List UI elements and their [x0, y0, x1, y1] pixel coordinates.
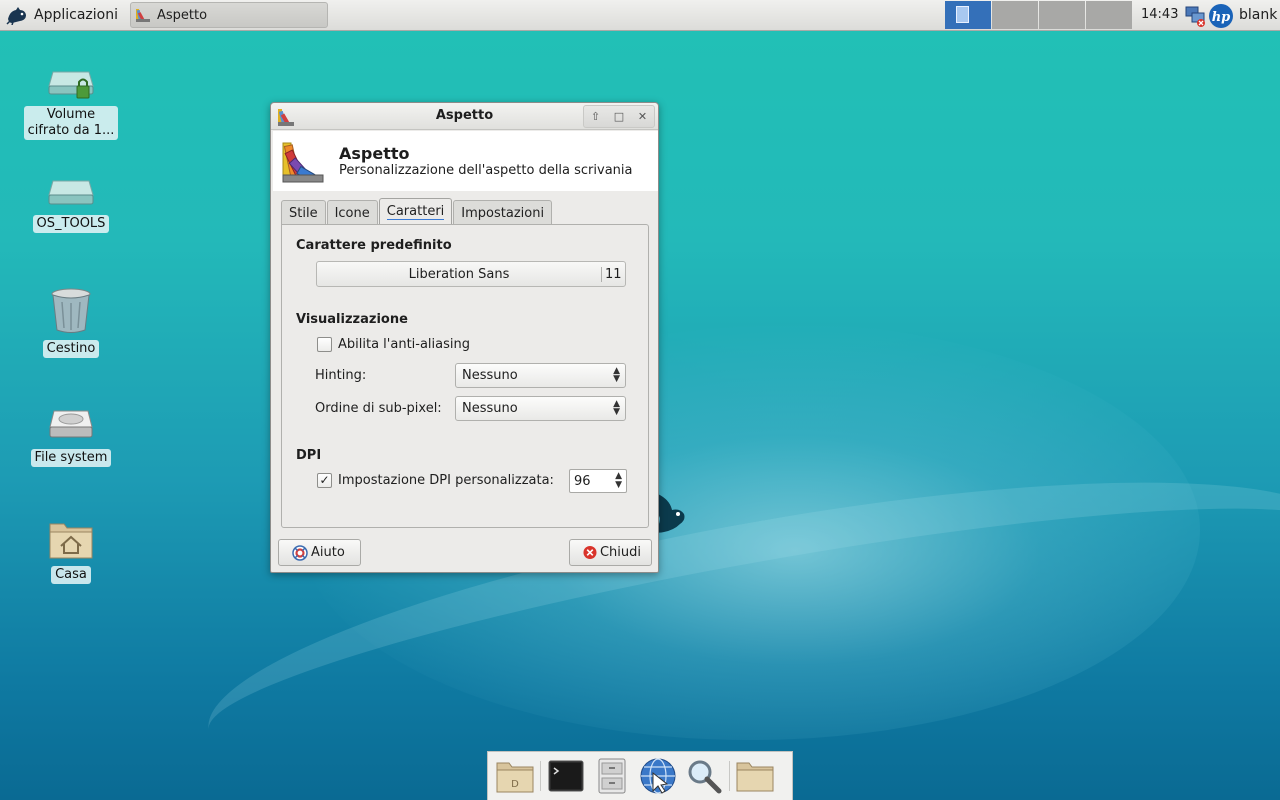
tab-icone[interactable]: Icone	[326, 200, 378, 225]
spin-arrows-icon[interactable]: ▲ ▼	[615, 472, 622, 490]
encrypted-drive-icon	[48, 71, 94, 99]
dock-file-manager[interactable]	[589, 753, 635, 799]
subpixel-value: Nessuno	[462, 401, 518, 416]
tab-bar: Stile Icone Caratteri Impostazioni	[281, 198, 553, 225]
maximize-icon[interactable]: □	[614, 110, 624, 123]
desktop-icon-os-tools[interactable]: OS_TOOLS	[21, 177, 121, 233]
hard-drive-icon	[49, 410, 93, 438]
drive-icon	[48, 180, 94, 205]
clock[interactable]: 14:43	[1141, 7, 1178, 22]
workspace-1[interactable]	[945, 1, 991, 29]
dock-web-browser[interactable]	[635, 753, 681, 799]
header-subtitle: Personalizzazione dell'aspetto della scr…	[339, 163, 633, 178]
help-button-label: Aiuto	[311, 545, 345, 560]
file-manager-icon	[598, 758, 626, 794]
dpi-spinbox[interactable]: 96 ▲ ▼	[569, 469, 627, 493]
applications-menu[interactable]: Applicazioni	[0, 0, 126, 31]
font-size: 11	[605, 267, 622, 282]
mouse-logo-icon	[6, 7, 26, 25]
desktop-icon-label: File system	[30, 449, 112, 467]
select-arrows-icon: ▲ ▼	[613, 399, 620, 417]
desktop-icon-label: Cestino	[42, 340, 100, 358]
dock-search[interactable]	[681, 753, 727, 799]
dock-separator	[540, 761, 541, 791]
trash-icon	[51, 288, 91, 333]
rendering-heading: Visualizzazione	[296, 312, 408, 327]
search-icon	[688, 760, 722, 794]
font-name: Liberation Sans	[408, 267, 510, 282]
help-button[interactable]: Aiuto	[278, 539, 361, 566]
desktop-icon-file-system[interactable]: File system	[21, 407, 121, 467]
taskbar-window-aspetto[interactable]: Aspetto	[129, 2, 328, 28]
header-title: Aspetto	[339, 144, 410, 163]
web-browser-icon	[640, 758, 676, 794]
hinting-select[interactable]: Nessuno ▲ ▼	[455, 363, 626, 388]
select-arrows-icon: ▲ ▼	[613, 366, 620, 384]
dpi-label[interactable]: Impostazione DPI personalizzata:	[338, 473, 554, 488]
dock-home-folder[interactable]: D	[492, 753, 538, 799]
workspace-switcher	[945, 1, 1133, 29]
home-folder-icon: D	[496, 762, 534, 793]
close-button-label: Chiudi	[599, 545, 641, 560]
dock: D	[487, 751, 793, 800]
subpixel-select[interactable]: Nessuno ▲ ▼	[455, 396, 626, 421]
workspace-2[interactable]	[992, 1, 1038, 29]
dock-separator	[729, 761, 730, 791]
dock-terminal[interactable]	[543, 753, 589, 799]
close-button[interactable]: Chiudi	[569, 539, 652, 566]
hinting-label: Hinting:	[315, 368, 367, 383]
antialias-checkbox[interactable]	[317, 337, 332, 352]
tab-caratteri[interactable]: Caratteri	[378, 198, 453, 225]
svg-text:hp: hp	[1212, 10, 1231, 25]
network-disconnected-icon[interactable]	[1184, 4, 1208, 28]
dock-folder[interactable]	[732, 753, 778, 799]
desktop-icon-encrypted-volume[interactable]: Volume cifrato da 1...	[21, 62, 121, 140]
system-tray: hp	[1184, 3, 1234, 29]
top-panel: Applicazioni Aspetto 14:43 hp blank	[0, 0, 1280, 31]
dpi-heading: DPI	[296, 448, 322, 463]
color-palette-icon	[282, 142, 324, 183]
applications-label: Applicazioni	[34, 7, 118, 23]
close-circle-icon	[583, 545, 597, 560]
desktop-icon-label: Casa	[51, 566, 91, 584]
tab-stile[interactable]: Stile	[281, 200, 326, 225]
desktop-icon-label: OS_TOOLS	[32, 215, 110, 233]
font-button-separator	[601, 267, 602, 282]
desktop-icon-home[interactable]: Casa	[21, 518, 121, 584]
subpixel-label: Ordine di sub-pixel:	[315, 401, 442, 416]
taskbar-window-label: Aspetto	[156, 7, 208, 23]
appearance-dialog: Aspetto ⇧ □ ✕ Aspetto Personalizzazione …	[270, 102, 659, 573]
workspace-4[interactable]	[1086, 1, 1132, 29]
home-folder-icon	[49, 523, 93, 559]
hp-icon[interactable]: hp	[1208, 3, 1234, 29]
desktop-icon-trash[interactable]: Cestino	[21, 288, 121, 358]
workspace-3[interactable]	[1039, 1, 1085, 29]
dpi-value: 96	[574, 474, 591, 489]
user-name[interactable]: blank	[1239, 7, 1277, 23]
desktop-icon-label: Volume cifrato da 1...	[23, 106, 119, 140]
help-icon	[292, 544, 308, 561]
dialog-header: Aspetto Personalizzazione dell'aspetto d…	[273, 131, 658, 191]
appearance-icon	[135, 9, 150, 22]
font-chooser-button[interactable]: Liberation Sans 11	[316, 261, 626, 287]
svg-text:D: D	[511, 779, 519, 790]
fonts-tab-panel: Carattere predefinito Liberation Sans 11…	[281, 224, 649, 528]
hinting-value: Nessuno	[462, 368, 518, 383]
dialog-titlebar[interactable]: Aspetto ⇧ □ ✕	[271, 103, 658, 130]
tab-impostazioni[interactable]: Impostazioni	[453, 200, 553, 225]
default-font-heading: Carattere predefinito	[296, 238, 452, 253]
antialias-label[interactable]: Abilita l'anti-aliasing	[338, 337, 470, 352]
checkmark-icon: ✓	[319, 473, 330, 487]
close-icon[interactable]: ✕	[638, 110, 647, 123]
dpi-checkbox[interactable]: ✓	[317, 473, 332, 488]
terminal-icon	[548, 760, 584, 792]
folder-icon	[736, 762, 774, 792]
window-controls: ⇧ □ ✕	[583, 105, 655, 128]
roll-up-icon[interactable]: ⇧	[591, 110, 600, 123]
